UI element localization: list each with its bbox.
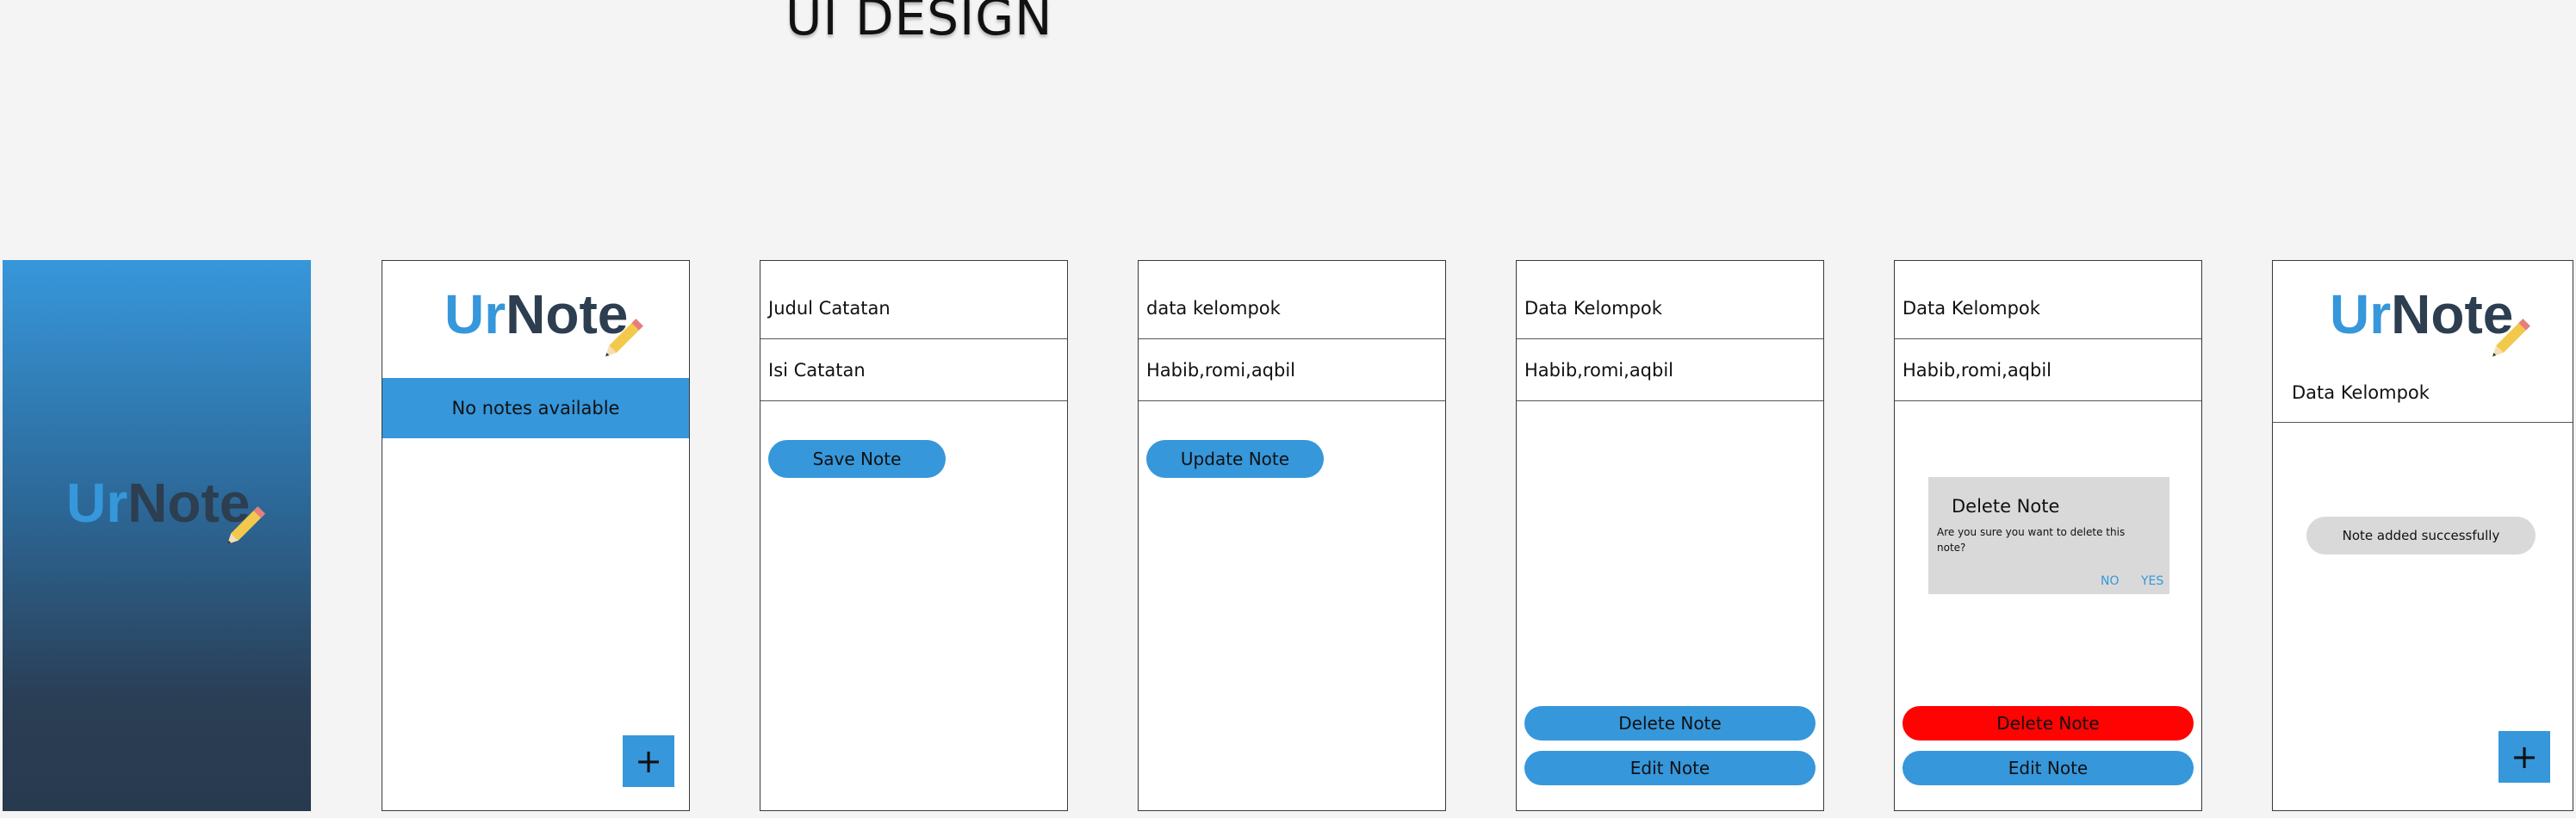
add-note-button[interactable]: + [623,735,674,787]
home-screen: UrNote No notes available + [382,260,690,811]
title-input[interactable]: Judul Catatan [760,278,1067,339]
note-title: Data Kelompok [1517,278,1823,339]
update-note-button[interactable]: Update Note [1146,440,1324,478]
delete-confirm-screen: Data Kelompok Habib,romi,aqbil Delete No… [1894,260,2202,811]
delete-note-button[interactable]: Delete Note [1903,706,2194,741]
dialog-no-button[interactable]: NO [2101,574,2120,588]
delete-dialog: Delete Note Are you sure you want to del… [1928,477,2169,594]
dialog-title: Delete Note [1952,496,2060,517]
pencil-icon [2492,319,2530,356]
note-list-screen: UrNote Data Kelompok Note added successf… [2272,260,2573,811]
edit-note-button[interactable]: Edit Note [1903,751,2194,785]
page-title: UI DESIGN [785,0,1053,46]
add-note-screen: Judul Catatan Isi Catatan Save Note [760,260,1068,811]
dialog-message: Are you sure you want to delete this not… [1937,526,2126,554]
list-item[interactable]: Data Kelompok [2273,363,2573,423]
update-note-screen: data kelompok Habib,romi,aqbil Update No… [1138,260,1446,811]
edit-note-button[interactable]: Edit Note [1524,751,1816,785]
delete-note-button[interactable]: Delete Note [1524,706,1816,741]
empty-state-banner: No notes available [382,378,689,438]
body-input[interactable]: Isi Catatan [760,339,1067,401]
dialog-yes-button[interactable]: YES [2141,574,2163,588]
pencil-icon [605,319,643,356]
pencil-icon [227,506,265,544]
add-note-button[interactable]: + [2498,731,2550,783]
body-input[interactable]: Habib,romi,aqbil [1139,339,1445,401]
title-input[interactable]: data kelompok [1139,278,1445,339]
save-note-button[interactable]: Save Note [768,440,946,478]
splash-screen: UrNote [3,260,311,811]
note-title: Data Kelompok [1895,278,2201,339]
note-body: Habib,romi,aqbil [1895,339,2201,401]
note-detail-screen: Data Kelompok Habib,romi,aqbil Delete No… [1516,260,1824,811]
success-toast: Note added successfully [2306,517,2536,555]
note-body: Habib,romi,aqbil [1517,339,1823,401]
